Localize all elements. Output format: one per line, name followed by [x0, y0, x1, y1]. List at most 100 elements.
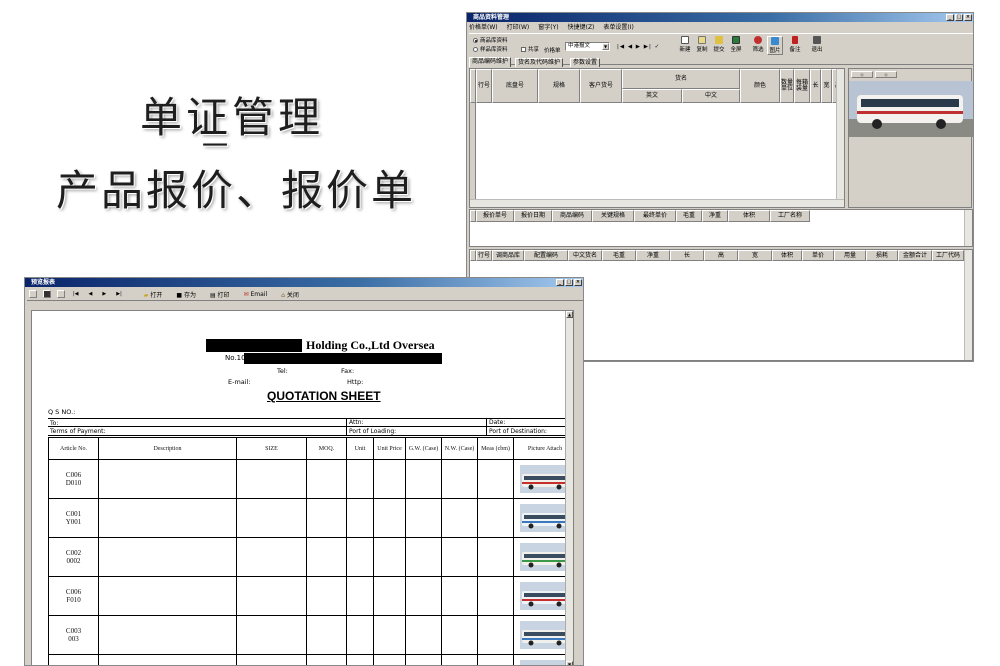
- col-net-weight[interactable]: 净重: [702, 210, 728, 222]
- col-final-price[interactable]: 最终单价: [634, 210, 676, 222]
- prev-page-icon[interactable]: ◀: [87, 291, 95, 297]
- minimize-icon[interactable]: _: [556, 279, 564, 286]
- col-length[interactable]: 长: [670, 250, 704, 261]
- col-gross-weight[interactable]: 毛重: [602, 250, 636, 261]
- prev-picture-icon[interactable]: ◇: [851, 71, 873, 78]
- article-no-cell: C002 0002: [48, 537, 99, 577]
- minimize-icon[interactable]: _: [946, 14, 954, 21]
- tab-parameters[interactable]: 参数设置: [570, 58, 601, 67]
- menu-item-price[interactable]: 价格单(W): [469, 23, 498, 32]
- col-factory-name[interactable]: 工厂名称: [770, 210, 810, 222]
- col-chassis-no[interactable]: 底盘号: [492, 69, 538, 103]
- maximize-icon[interactable]: □: [955, 14, 963, 21]
- col-goods-name[interactable]: 货名: [622, 69, 740, 89]
- col-row-no[interactable]: 行号: [476, 69, 492, 103]
- grid-vertical-scrollbar[interactable]: [836, 69, 844, 199]
- exit-button[interactable]: 退出: [809, 36, 825, 53]
- row-selector-column[interactable]: [470, 103, 476, 199]
- col-height[interactable]: 高: [704, 250, 738, 261]
- record-navigator[interactable]: |◀ ◀ ▶ ▶| ✓: [617, 44, 660, 50]
- note-label: 备注: [789, 47, 801, 53]
- close-icon[interactable]: ×: [964, 14, 972, 21]
- picture-button[interactable]: 图片: [767, 36, 783, 55]
- col-key-spec[interactable]: 关键规格: [592, 210, 634, 222]
- empty-cell: [236, 537, 307, 577]
- close-button[interactable]: ⌂ 关闭: [281, 290, 299, 299]
- submit-button[interactable]: 提交: [711, 36, 727, 53]
- menu-item-shortcut[interactable]: 快捷键(Z): [568, 23, 595, 32]
- note-button[interactable]: 备注: [787, 36, 803, 53]
- menu-item-print[interactable]: 打印(W): [507, 23, 530, 32]
- empty-cell: [441, 537, 478, 577]
- printer-icon: ▤: [209, 291, 216, 299]
- col-customer-no[interactable]: 客户货号: [580, 69, 622, 103]
- menu-item-form[interactable]: 表单设置(I): [603, 23, 633, 32]
- col-volume[interactable]: 体积: [728, 210, 770, 222]
- new-button[interactable]: 新建: [677, 36, 693, 53]
- tab-goods-name[interactable]: 货名及代码维护: [515, 58, 564, 67]
- scroll-up-icon[interactable]: ▲: [566, 311, 573, 318]
- open-button[interactable]: ▰ 打开: [144, 290, 163, 299]
- col-loss[interactable]: 损耗: [866, 250, 898, 261]
- detail-grid-scrollbar[interactable]: [964, 250, 972, 360]
- grid-horizontal-scrollbar[interactable]: [470, 199, 844, 207]
- save-as-button[interactable]: ■ 存为: [176, 290, 196, 299]
- checkbox-label: 共享: [528, 47, 540, 53]
- price-list-select[interactable]: 中港报文 ▼: [565, 42, 610, 51]
- col-amount-total[interactable]: 金额合计: [898, 250, 932, 261]
- col-width[interactable]: 宽: [821, 69, 832, 103]
- copy-button[interactable]: 复制: [694, 36, 710, 53]
- col-product-code[interactable]: 商品编码: [552, 210, 592, 222]
- tab-product-code[interactable]: 商品编码维护: [469, 57, 512, 67]
- next-picture-icon[interactable]: ◇: [875, 71, 897, 78]
- two-page-icon[interactable]: [43, 290, 51, 298]
- col-volume[interactable]: 体积: [772, 250, 802, 261]
- tel-label: Tel:: [277, 367, 288, 375]
- col-factory-code[interactable]: 工厂代码: [932, 250, 964, 261]
- filter-button[interactable]: 筛选: [750, 36, 766, 53]
- col-gross-weight[interactable]: 毛重: [676, 210, 702, 222]
- quote-grid-scrollbar[interactable]: [964, 210, 972, 246]
- col-qty-unit[interactable]: 数量单位: [780, 69, 794, 103]
- col-chinese[interactable]: 中文: [682, 89, 740, 103]
- chevron-down-icon[interactable]: ▼: [602, 43, 609, 50]
- col-row-no[interactable]: 行号: [476, 250, 492, 261]
- col-quote-no[interactable]: 报价单号: [476, 210, 514, 222]
- col-config-code[interactable]: 配置编码: [524, 250, 568, 261]
- fullscreen-label: 全屏: [730, 47, 742, 53]
- menu-item-window[interactable]: 窗字(Y): [538, 23, 558, 32]
- col-load-library[interactable]: 调商品库: [492, 250, 524, 261]
- col-color[interactable]: 颜色: [740, 69, 780, 103]
- col-unit-price[interactable]: 单价: [802, 250, 834, 261]
- scroll-down-icon[interactable]: ▼: [566, 661, 573, 665]
- radio-sample-library[interactable]: 样品库资料: [473, 45, 508, 53]
- col-cn-name[interactable]: 中文货名: [568, 250, 602, 261]
- radio-product-library[interactable]: 商品库资料: [473, 36, 508, 44]
- col-per-case[interactable]: 每箱装量: [794, 69, 810, 103]
- next-page-icon[interactable]: ▶: [100, 291, 108, 297]
- first-page-icon[interactable]: |◀: [71, 291, 81, 297]
- empty-cell: [236, 654, 307, 665]
- multi-page-icon[interactable]: [57, 290, 65, 298]
- col-width[interactable]: 宽: [738, 250, 772, 261]
- last-page-icon[interactable]: ▶|: [114, 291, 124, 297]
- table-row: C003: [48, 654, 573, 665]
- close-icon[interactable]: ×: [574, 279, 582, 286]
- col-english[interactable]: 英文: [622, 89, 682, 103]
- product-grid[interactable]: 行号 底盘号 规格 客户货号 货名 英文 中文 颜色 数量单位 每箱装量 长 宽…: [469, 68, 845, 208]
- col-quote-date[interactable]: 报价日期: [514, 210, 552, 222]
- col-spec[interactable]: 规格: [538, 69, 580, 103]
- print-button[interactable]: ▤ 打印: [210, 290, 230, 299]
- col-usage[interactable]: 用量: [834, 250, 866, 261]
- radio-checked-icon: [473, 37, 478, 43]
- quotation-list-grid[interactable]: 报价单号 报价日期 商品编码 关键规格 最终单价 毛重 净重 体积 工厂名称: [469, 209, 973, 247]
- share-checkbox[interactable]: 共享: [521, 45, 539, 53]
- col-net-weight[interactable]: 净重: [636, 250, 670, 261]
- article-no-cell: C001 Y001: [48, 498, 99, 538]
- email-button[interactable]: ✉ Email: [244, 291, 268, 298]
- single-page-icon[interactable]: [29, 290, 37, 298]
- fullscreen-button[interactable]: 全屏: [728, 36, 744, 53]
- col-length[interactable]: 长: [810, 69, 821, 103]
- maximize-icon[interactable]: □: [565, 279, 573, 286]
- page-vertical-scrollbar[interactable]: ▲ ▼: [565, 311, 573, 665]
